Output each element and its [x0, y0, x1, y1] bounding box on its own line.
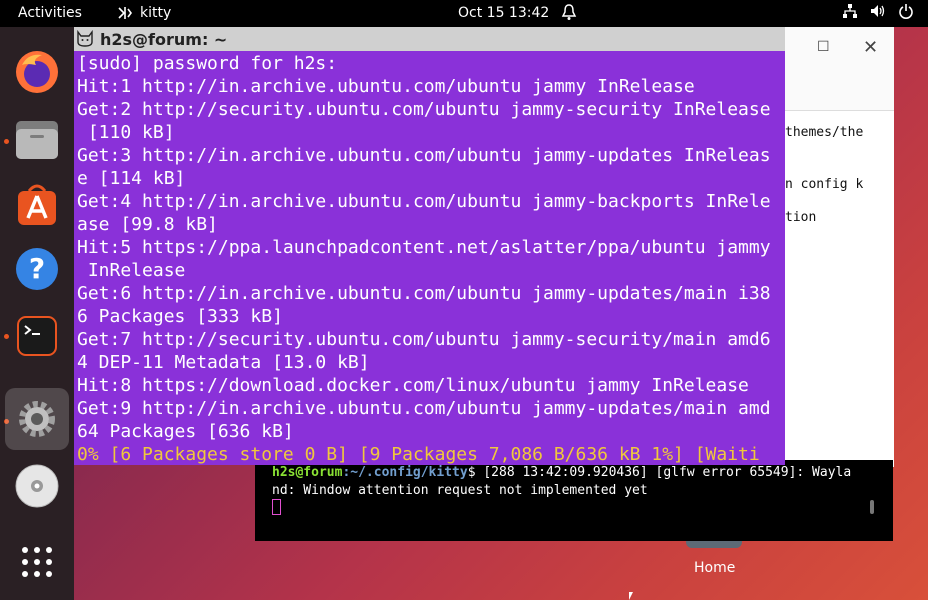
dock-item-help[interactable]: ? [12, 244, 62, 294]
terminal-cursor [272, 499, 281, 515]
power-icon [899, 4, 913, 19]
maximize-icon[interactable]: ☐ [817, 39, 830, 55]
background-text-line: tion [785, 210, 817, 225]
close-icon[interactable]: ✕ [863, 37, 878, 58]
cat-icon [77, 30, 93, 47]
background-text-line: themes/the [785, 125, 864, 140]
notification-bell-icon [561, 3, 577, 25]
disc-icon [15, 464, 59, 508]
dock: ? [0, 27, 74, 600]
dock-item-files[interactable] [12, 114, 62, 164]
home-label[interactable]: Home [694, 560, 735, 576]
terminal-output[interactable]: [sudo] password for h2s: Hit:1 http://in.… [74, 51, 785, 465]
show-applications-button[interactable] [12, 537, 62, 587]
background-window-header: ☐ ✕ [785, 27, 894, 111]
dark-terminal-window[interactable]: h2s@forum:~/.config/kitty$ [288 13:42:09… [255, 460, 893, 541]
dock-item-firefox[interactable] [12, 47, 62, 97]
terminal-output-line: nd: Window attention request not impleme… [272, 483, 648, 498]
terminal-output-line: Hit:8 https://download.docker.com/linux/… [77, 375, 749, 396]
svg-text:?: ? [29, 252, 45, 285]
background-window[interactable]: ☐ ✕ themes/the n config k tion [784, 27, 894, 467]
kitty-titlebar[interactable]: h2s@forum: ~ [74, 27, 785, 51]
dock-item-software[interactable] [12, 179, 62, 229]
settings-gear-icon [19, 401, 55, 437]
firefox-icon [16, 51, 58, 93]
terminal-output-line: ase [99.8 kB] [77, 214, 218, 235]
terminal-output-line: Get:4 http://in.archive.ubuntu.com/ubunt… [77, 191, 771, 212]
dock-item-disc[interactable] [12, 461, 62, 511]
terminal-output-line: Get:2 http://security.ubuntu.com/ubuntu … [77, 99, 771, 120]
dock-item-settings[interactable] [5, 388, 69, 450]
app-menu[interactable]: kitty [116, 5, 171, 21]
terminal-output-line: InRelease [77, 260, 186, 281]
terminal-output-line: 6 Packages [333 kB] [77, 306, 283, 327]
app-grid-icon [22, 547, 52, 577]
terminal-output-line: 64 Packages [636 kB] [77, 421, 294, 442]
terminal-icon [17, 316, 57, 356]
terminal-output-line: Hit:5 https://ppa.launchpadcontent.net/a… [77, 237, 771, 258]
top-bar: Activities kitty Oct 15 13:42 [0, 0, 928, 27]
kitty-terminal-window[interactable]: h2s@forum: ~ [sudo] password for h2s: Hit… [74, 27, 785, 465]
terminal-output-line: e [114 kB] [77, 168, 186, 189]
terminal-output-line: 4 DEP-11 Metadata [13.0 kB] [77, 352, 370, 373]
mouse-pointer-icon [629, 592, 633, 600]
dock-item-terminal[interactable] [12, 311, 62, 361]
app-name: kitty [140, 5, 172, 21]
terminal-output-line: [sudo] password for h2s: [77, 53, 338, 74]
terminal-output-line: h2s@forum:~/.config/kitty$ [288 13:42:09… [272, 465, 852, 480]
terminal-output-line: Get:6 http://in.archive.ubuntu.com/ubunt… [77, 283, 771, 304]
activities-button[interactable]: Activities [18, 5, 82, 21]
network-icon [843, 4, 857, 18]
terminal-output-line: Get:7 http://security.ubuntu.com/ubuntu … [77, 329, 771, 350]
terminal-output-line: [110 kB] [77, 122, 175, 143]
files-icon [16, 121, 58, 159]
terminal-output-line: Get:9 http://in.archive.ubuntu.com/ubunt… [77, 398, 771, 419]
software-store-icon [18, 184, 56, 225]
terminal-output-line: Hit:1 http://in.archive.ubuntu.com/ubunt… [77, 76, 695, 97]
scrollbar[interactable] [870, 500, 874, 514]
background-text-line: n config k [785, 177, 864, 192]
help-icon: ? [16, 248, 58, 290]
system-tray[interactable] [842, 3, 914, 19]
terminal-output-line: Get:3 http://in.archive.ubuntu.com/ubunt… [77, 145, 771, 166]
kitty-app-icon [118, 7, 132, 19]
apt-progress-line: 0% [6 Packages store 0 B] [9 Packages 7,… [77, 444, 760, 465]
clock[interactable]: Oct 15 13:42 [458, 5, 549, 21]
volume-icon [871, 5, 885, 17]
window-title: h2s@forum: ~ [100, 29, 228, 49]
